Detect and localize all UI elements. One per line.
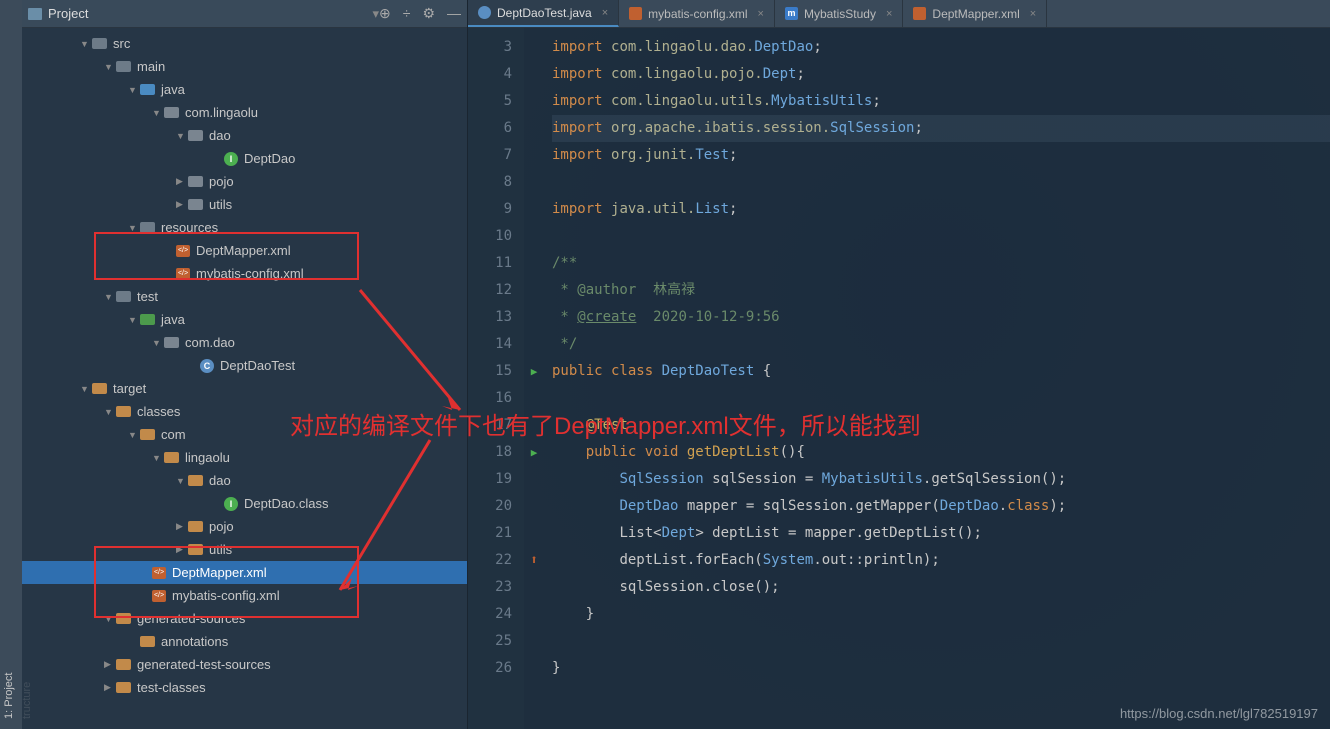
code-body[interactable]: import com.lingaolu.dao.DeptDao;import c… xyxy=(544,28,1330,729)
tree-pkg[interactable]: com.lingaolu xyxy=(22,101,467,124)
tree-deptdaotest[interactable]: CDeptDaoTest xyxy=(22,354,467,377)
tree-target[interactable]: target xyxy=(22,377,467,400)
code-editor[interactable]: 3456789101112131415161718192021222324252… xyxy=(468,28,1330,729)
tree-test[interactable]: test xyxy=(22,285,467,308)
tab-mybatis-config-xml[interactable]: mybatis-config.xml × xyxy=(619,0,775,27)
project-icon xyxy=(28,8,42,20)
tree-lingaolu[interactable]: lingaolu xyxy=(22,446,467,469)
tree-resources[interactable]: resources xyxy=(22,216,467,239)
tab-label: DeptMapper.xml xyxy=(932,7,1019,21)
tree-deptdao-class[interactable]: IDeptDao.class xyxy=(22,492,467,515)
editor-area: DeptDaoTest.java × mybatis-config.xml × m Myb… xyxy=(468,0,1330,729)
tree-deptmapper-xml[interactable]: </>DeptMapper.xml xyxy=(22,239,467,262)
collapse-icon[interactable]: ÷ xyxy=(403,5,411,22)
editor-tabs: DeptDaoTest.java × mybatis-config.xml × m Myb… xyxy=(468,0,1330,28)
tree-pojo[interactable]: pojo xyxy=(22,170,467,193)
tab-deptdaotest-java[interactable]: DeptDaoTest.java × xyxy=(468,0,619,27)
tree-utils[interactable]: utils xyxy=(22,193,467,216)
xml-file-icon xyxy=(629,7,642,20)
close-icon[interactable]: × xyxy=(886,8,892,20)
tab-label: mybatis-config.xml xyxy=(648,7,747,21)
java-file-icon xyxy=(478,6,491,19)
side-project-label[interactable]: 1: Project xyxy=(0,0,18,729)
settings-icon[interactable]: ⚙ xyxy=(422,5,435,22)
line-gutter: 3456789101112131415161718192021222324252… xyxy=(468,28,524,729)
locate-icon[interactable]: ⊕ xyxy=(379,5,391,22)
tree-mybatis-config[interactable]: </>mybatis-config.xml xyxy=(22,262,467,285)
run-gutter-icon[interactable]: ▶ xyxy=(524,358,544,385)
tab-mybatisstudy[interactable]: m MybatisStudy × xyxy=(775,0,903,27)
tab-label: DeptDaoTest.java xyxy=(497,6,592,20)
tree-deptdao[interactable]: IDeptDao xyxy=(22,147,467,170)
tab-deptmapper-xml[interactable]: DeptMapper.xml × xyxy=(903,0,1047,27)
override-gutter-icon[interactable]: ⬆ xyxy=(524,547,544,574)
project-header: Project ▾ ⊕ ÷ ⚙ — xyxy=(22,0,467,28)
tree-gen-test-sources[interactable]: generated-test-sources xyxy=(22,653,467,676)
tree-classes[interactable]: classes xyxy=(22,400,467,423)
close-icon[interactable]: × xyxy=(758,8,764,20)
tree-main[interactable]: main xyxy=(22,55,467,78)
tree-utils2[interactable]: utils xyxy=(22,538,467,561)
tree-src[interactable]: src xyxy=(22,32,467,55)
hide-icon[interactable]: — xyxy=(447,5,461,22)
xml-file-icon xyxy=(913,7,926,20)
tree-dao[interactable]: dao xyxy=(22,124,467,147)
tab-label: MybatisStudy xyxy=(804,7,876,21)
tree-test-java[interactable]: java xyxy=(22,308,467,331)
tree-pojo2[interactable]: pojo xyxy=(22,515,467,538)
run-gutter-icon[interactable]: ▶ xyxy=(524,439,544,466)
tree-gen-sources[interactable]: generated-sources xyxy=(22,607,467,630)
close-icon[interactable]: × xyxy=(602,7,608,19)
close-icon[interactable]: × xyxy=(1030,8,1036,20)
tree-annotations[interactable]: annotations xyxy=(22,630,467,653)
tree-dao2[interactable]: dao xyxy=(22,469,467,492)
tree-com-dao[interactable]: com.dao xyxy=(22,331,467,354)
side-tool-strip[interactable]: 1: Project tructure xyxy=(0,0,22,729)
tree-java[interactable]: java xyxy=(22,78,467,101)
tree-deptmapper-xml2[interactable]: </>DeptMapper.xml xyxy=(22,561,467,584)
tree-mybatis-config2[interactable]: </>mybatis-config.xml xyxy=(22,584,467,607)
project-panel: Project ▾ ⊕ ÷ ⚙ — src main java com.ling… xyxy=(22,0,468,729)
m-file-icon: m xyxy=(785,7,798,20)
gutter-icons: ▶ ▶ ⬆ xyxy=(524,28,544,729)
tree-test-classes[interactable]: test-classes xyxy=(22,676,467,699)
tree-com[interactable]: com xyxy=(22,423,467,446)
project-title[interactable]: Project xyxy=(48,6,368,21)
project-tree[interactable]: src main java com.lingaolu dao IDeptDao … xyxy=(22,28,467,729)
